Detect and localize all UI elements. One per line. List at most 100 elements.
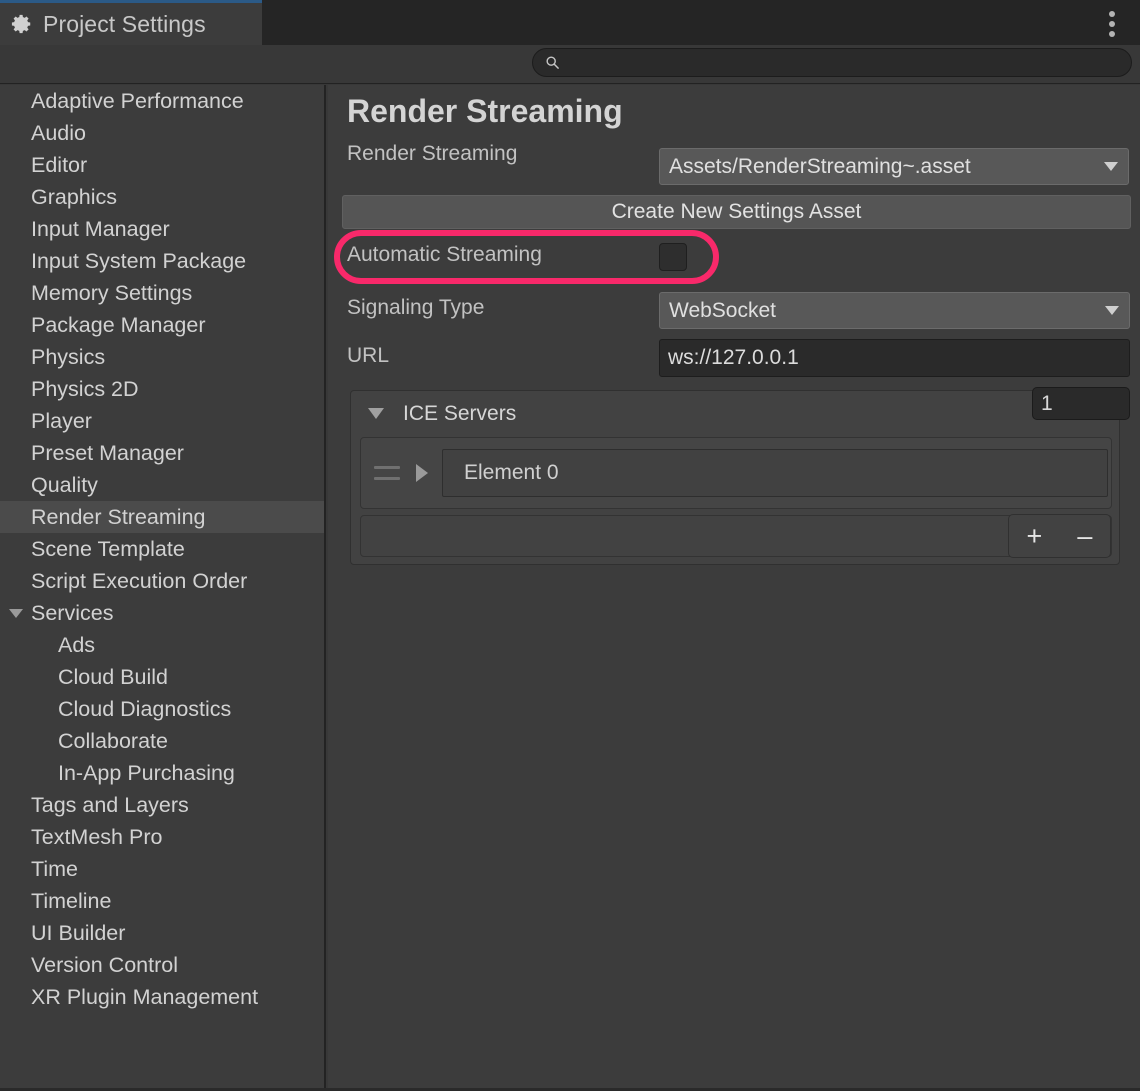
sidebar-item-label: Editor (31, 153, 87, 178)
sidebar-item-package-manager[interactable]: Package Manager (0, 309, 324, 341)
list-item[interactable]: Element 0 (360, 437, 1112, 509)
sidebar-item-xr-plugin-management[interactable]: XR Plugin Management (0, 981, 324, 1013)
sidebar-item-label: Audio (31, 121, 86, 146)
search-box[interactable] (532, 48, 1132, 77)
sidebar-item-textmesh-pro[interactable]: TextMesh Pro (0, 821, 324, 853)
sidebar-item-collaborate[interactable]: Collaborate (0, 725, 324, 757)
sidebar-item-label: Ads (58, 633, 95, 658)
sidebar-item-label: Memory Settings (31, 281, 192, 306)
sidebar-item-ui-builder[interactable]: UI Builder (0, 917, 324, 949)
sidebar-item-label: Preset Manager (31, 441, 184, 466)
ice-servers-footer: + – (360, 515, 1112, 557)
sidebar-item-memory-settings[interactable]: Memory Settings (0, 277, 324, 309)
sidebar-item-ads[interactable]: Ads (0, 629, 324, 661)
kebab-dot (1109, 21, 1115, 27)
kebab-dot (1109, 11, 1115, 17)
sidebar-item-label: Time (31, 857, 78, 882)
render-streaming-asset-value: Assets/RenderStreaming~.asset (669, 155, 971, 179)
sidebar-item-label: Package Manager (31, 313, 206, 338)
sidebar-item-label: Physics 2D (31, 377, 139, 402)
project-settings-window: Project Settings Adaptive Performance Aud… (0, 0, 1140, 1091)
sidebar-item-cloud-build[interactable]: Cloud Build (0, 661, 324, 693)
url-row: URL (347, 344, 389, 368)
page-title: Render Streaming (347, 93, 623, 130)
sidebar-item-preset-manager[interactable]: Preset Manager (0, 437, 324, 469)
sidebar-item-label: Input Manager (31, 217, 170, 242)
chevron-right-icon[interactable] (416, 464, 428, 482)
chevron-down-icon (1104, 162, 1118, 171)
sidebar-item-label: Adaptive Performance (31, 89, 244, 114)
sidebar-item-physics-2d[interactable]: Physics 2D (0, 373, 324, 405)
sidebar-item-script-execution-order[interactable]: Script Execution Order (0, 565, 324, 597)
url-input[interactable]: ws://127.0.0.1 (659, 339, 1130, 377)
sidebar-item-in-app-purchasing[interactable]: In-App Purchasing (0, 757, 324, 789)
sidebar-item-input-manager[interactable]: Input Manager (0, 213, 324, 245)
search-input[interactable] (560, 55, 1131, 71)
signaling-type-value: WebSocket (669, 299, 776, 323)
create-new-settings-asset-button[interactable]: Create New Settings Asset (342, 195, 1131, 229)
sidebar-item-time[interactable]: Time (0, 853, 324, 885)
signaling-type-row: Signaling Type (347, 296, 484, 320)
automatic-streaming-row[interactable]: Automatic Streaming (347, 243, 542, 267)
sidebar-item-cloud-diagnostics[interactable]: Cloud Diagnostics (0, 693, 324, 725)
sidebar-item-label: Timeline (31, 889, 111, 914)
sidebar-item-scene-template[interactable]: Scene Template (0, 533, 324, 565)
sidebar-item-audio[interactable]: Audio (0, 117, 324, 149)
url-value: ws://127.0.0.1 (668, 346, 799, 370)
kebab-dot (1109, 31, 1115, 37)
automatic-streaming-checkbox[interactable] (659, 243, 687, 271)
sidebar-item-label: Scene Template (31, 537, 185, 562)
sidebar-item-graphics[interactable]: Graphics (0, 181, 324, 213)
sidebar-item-editor[interactable]: Editor (0, 149, 324, 181)
sidebar-item-physics[interactable]: Physics (0, 341, 324, 373)
sidebar-item-timeline[interactable]: Timeline (0, 885, 324, 917)
kebab-menu-icon[interactable] (1107, 11, 1117, 37)
drag-line (374, 466, 400, 469)
sidebar-item-label: Version Control (31, 953, 178, 978)
url-label: URL (347, 344, 389, 368)
sidebar-item-services[interactable]: Services (0, 597, 324, 629)
element-0-field[interactable]: Element 0 (442, 449, 1108, 497)
sidebar-item-adaptive-performance[interactable]: Adaptive Performance (0, 85, 324, 117)
tab-label: Project Settings (43, 11, 206, 38)
sidebar-item-label: Quality (31, 473, 98, 498)
sidebar-item-label: Input System Package (31, 249, 246, 274)
signaling-type-dropdown[interactable]: WebSocket (659, 292, 1130, 329)
sidebar-item-label: Tags and Layers (31, 793, 189, 818)
sidebar-item-version-control[interactable]: Version Control (0, 949, 324, 981)
add-element-button[interactable]: + (1027, 523, 1043, 550)
chevron-down-icon[interactable] (9, 609, 23, 618)
remove-element-button[interactable]: – (1077, 523, 1092, 550)
sidebar-item-label: Cloud Build (58, 665, 168, 690)
sidebar-item-tags-and-layers[interactable]: Tags and Layers (0, 789, 324, 821)
sidebar-item-input-system-package[interactable]: Input System Package (0, 245, 324, 277)
settings-sidebar[interactable]: Adaptive Performance Audio Editor Graphics I… (0, 85, 326, 1088)
render-streaming-row: Render Streaming (347, 142, 517, 166)
ice-servers-size-field[interactable]: 1 (1032, 387, 1130, 420)
ice-servers-size-value: 1 (1041, 392, 1053, 416)
sidebar-item-label: Collaborate (58, 729, 168, 754)
ice-servers-list: ICE Servers Element 0 + – (350, 390, 1120, 565)
create-button-label: Create New Settings Asset (612, 200, 862, 224)
sidebar-item-render-streaming[interactable]: Render Streaming (0, 501, 324, 533)
search-icon (545, 55, 560, 70)
list-add-remove-controls: + – (1008, 514, 1111, 558)
element-0-label: Element 0 (464, 461, 559, 485)
sidebar-item-label: Player (31, 409, 92, 434)
ice-servers-header[interactable]: ICE Servers (351, 391, 1119, 436)
sidebar-item-label: In-App Purchasing (58, 761, 235, 786)
chevron-down-icon[interactable] (368, 408, 384, 419)
drag-line (374, 477, 400, 480)
ice-servers-label: ICE Servers (403, 402, 516, 426)
tab-project-settings[interactable]: Project Settings (0, 0, 262, 45)
sidebar-item-label: Graphics (31, 185, 117, 210)
drag-handle-icon[interactable] (374, 466, 400, 480)
sidebar-item-label: Script Execution Order (31, 569, 247, 594)
sidebar-item-label: TextMesh Pro (31, 825, 162, 850)
render-streaming-asset-field[interactable]: Assets/RenderStreaming~.asset (659, 148, 1129, 185)
sidebar-item-label: Services (31, 601, 113, 626)
sidebar-item-quality[interactable]: Quality (0, 469, 324, 501)
settings-main-panel: Render Streaming Render Streaming Assets… (328, 85, 1140, 1088)
gear-icon (11, 13, 33, 35)
sidebar-item-player[interactable]: Player (0, 405, 324, 437)
